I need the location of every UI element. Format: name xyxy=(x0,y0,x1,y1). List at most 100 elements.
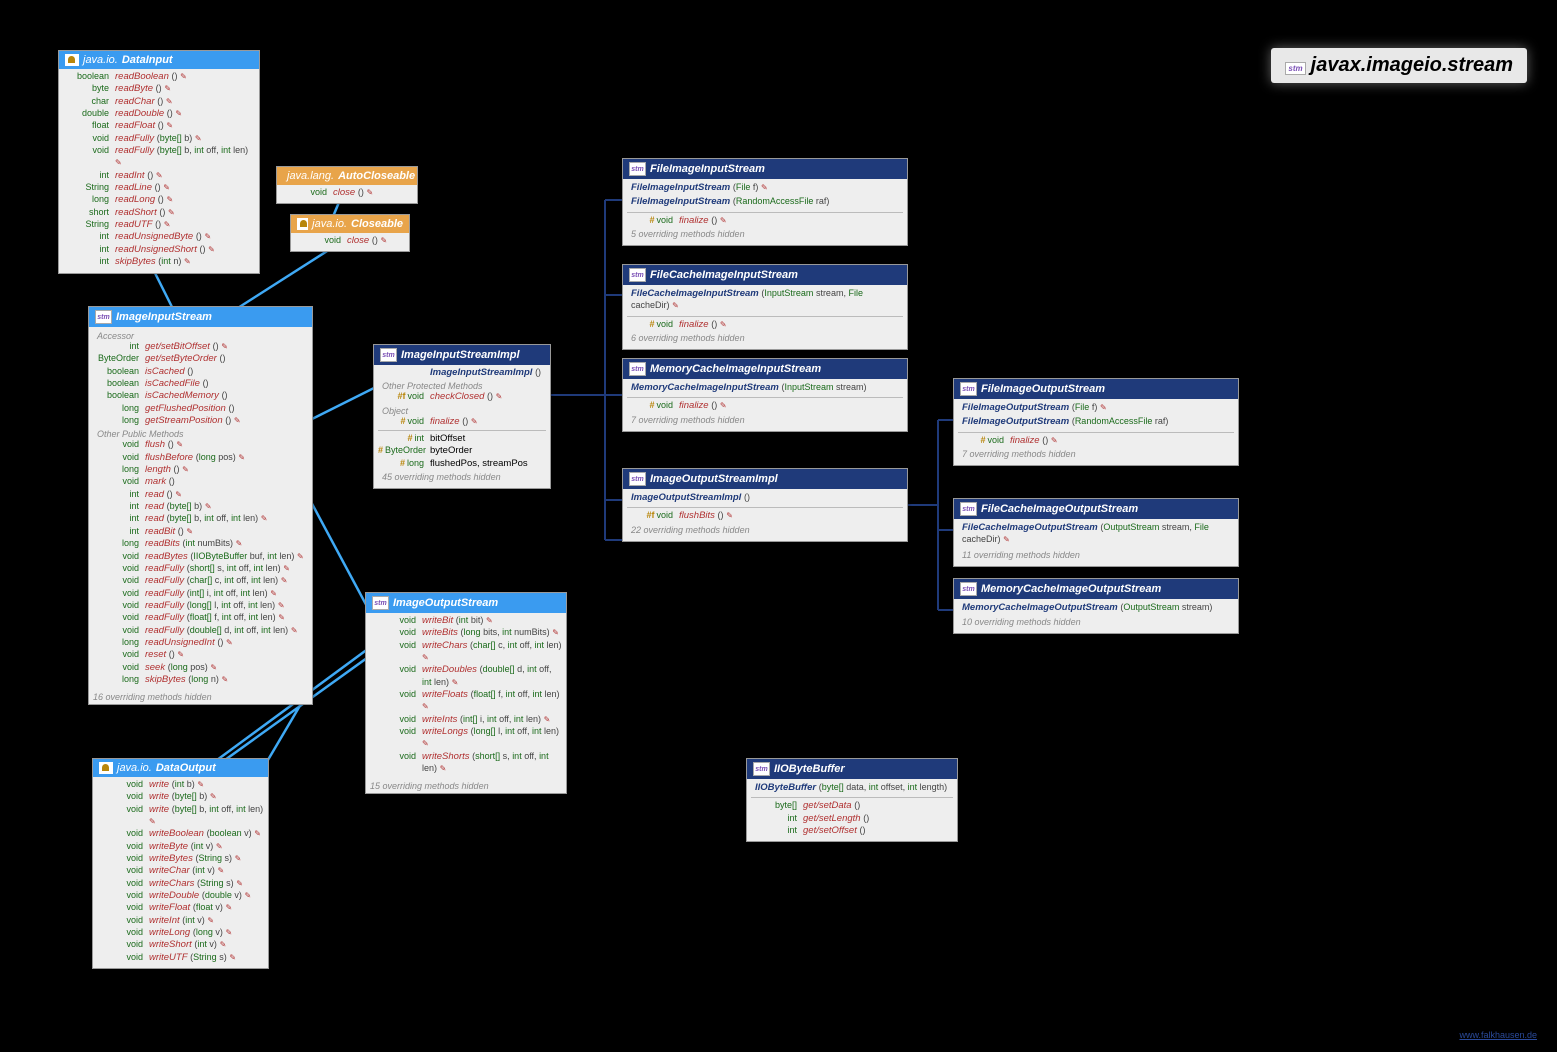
method-row: intread (byte[] b, int off, int len) ✎ xyxy=(93,513,308,525)
class-filecacheimageoutputstream: stmFileCacheImageOutputStream FileCacheI… xyxy=(953,498,1239,567)
method-row: StringreadLine () ✎ xyxy=(63,182,255,194)
method-row: voidclose () ✎ xyxy=(281,187,413,199)
field-row: #intbitOffset xyxy=(378,433,546,445)
class-imageinputstreamimpl: stm ImageInputStreamImpl ImageInputStrea… xyxy=(373,344,551,489)
method-row: voidreadFully (float[] f, int off, int l… xyxy=(93,612,308,624)
method-row: voidreadFully (int[] i, int off, int len… xyxy=(93,588,308,600)
method-row: ByteOrderget/setByteOrder () xyxy=(93,353,308,365)
method-row: voidwriteChars (String s) ✎ xyxy=(97,878,264,890)
header-dataoutput: java.io.DataOutput xyxy=(93,759,268,777)
stm-icon: stm xyxy=(95,310,112,324)
method-row: intreadBit () ✎ xyxy=(93,526,308,538)
method-row: intskipBytes (int n) ✎ xyxy=(63,256,255,268)
method-row: voidwriteChars (char[] c, int off, int l… xyxy=(370,640,562,665)
method-row: intreadUnsignedByte () ✎ xyxy=(63,231,255,243)
method-row: longreadUnsignedInt () ✎ xyxy=(93,637,308,649)
method-row: #voidfinalize () ✎ xyxy=(378,416,546,428)
method-row: voidwriteBoolean (boolean v) ✎ xyxy=(97,828,264,840)
method-row: intread (byte[] b) ✎ xyxy=(93,501,308,513)
footer-link[interactable]: www.falkhausen.de xyxy=(1459,1030,1537,1040)
method-row: voidreadFully (short[] s, int off, int l… xyxy=(93,563,308,575)
method-row: #fvoidcheckClosed () ✎ xyxy=(378,391,546,403)
method-row: booleanreadBoolean () ✎ xyxy=(63,71,255,83)
hidden-note: 16 overriding methods hidden xyxy=(89,690,312,704)
java-io-icon xyxy=(65,54,79,66)
class-fileimageoutputstream: stmFileImageOutputStream FileImageOutput… xyxy=(953,378,1239,466)
method-row: voidreadFully (byte[] b, int off, int le… xyxy=(63,145,255,170)
method-row: voidseek (long pos) ✎ xyxy=(93,662,308,674)
method-row: voidwriteUTF (String s) ✎ xyxy=(97,952,264,964)
header-closeable: java.io.Closeable xyxy=(291,215,409,233)
method-row: booleanisCachedMemory () xyxy=(93,390,308,402)
method-row: voidreadFully (long[] l, int off, int le… xyxy=(93,600,308,612)
class-closeable: java.io.Closeable voidclose () ✎ xyxy=(290,214,410,252)
header-datainput: java.io.DataInput xyxy=(59,51,259,69)
class-dataoutput: java.io.DataOutput voidwrite (int b) ✎ vo… xyxy=(92,758,269,969)
method-row: #voidfinalize () ✎ xyxy=(627,319,903,331)
method-row: voidflushBefore (long pos) ✎ xyxy=(93,452,308,464)
method-row: voidclose () ✎ xyxy=(295,235,405,247)
stm-icon: stm xyxy=(753,762,770,776)
method-row: voidwriteInt (int v) ✎ xyxy=(97,915,264,927)
method-row: voidwriteShorts (short[] s, int off, int… xyxy=(370,751,562,776)
method-row: longskipBytes (long n) ✎ xyxy=(93,674,308,686)
method-row: longgetStreamPosition () ✎ xyxy=(93,415,308,427)
method-row: intget/setLength () xyxy=(751,813,953,825)
hidden-note: 15 overriding methods hidden xyxy=(366,779,566,793)
method-row: voidreadBytes (IIOByteBuffer buf, int le… xyxy=(93,551,308,563)
method-row: byte[]get/setData () xyxy=(751,800,953,812)
header-imageinputstreamimpl: stm ImageInputStreamImpl xyxy=(374,345,550,365)
method-row: #voidfinalize () ✎ xyxy=(627,400,903,412)
method-row: voidwriteLong (long v) ✎ xyxy=(97,927,264,939)
header-imageoutputstream: stm ImageOutputStream xyxy=(366,593,566,613)
class-imageoutputstreamimpl: stmImageOutputStreamImpl ImageOutputStre… xyxy=(622,468,908,542)
method-row: longreadLong () ✎ xyxy=(63,194,255,206)
method-row: voidwriteBytes (String s) ✎ xyxy=(97,853,264,865)
method-row: bytereadByte () ✎ xyxy=(63,83,255,95)
method-row: ImageInputStreamImpl () xyxy=(378,367,546,379)
stm-icon: stm xyxy=(372,596,389,610)
stm-icon: stm xyxy=(629,268,646,282)
method-row: voidwriteByte (int v) ✎ xyxy=(97,841,264,853)
stm-icon: stm xyxy=(960,502,977,516)
method-row: #voidfinalize () ✎ xyxy=(627,215,903,227)
field-row: #longflushedPos, streamPos xyxy=(378,458,546,470)
method-row: voidwriteDoubles (double[] d, int off, i… xyxy=(370,664,562,689)
method-row: intget/setBitOffset () ✎ xyxy=(93,341,308,353)
method-row: voidwriteChar (int v) ✎ xyxy=(97,865,264,877)
method-row: voidwriteFloats (float[] f, int off, int… xyxy=(370,689,562,714)
method-row: charreadChar () ✎ xyxy=(63,96,255,108)
stm-icon: stm xyxy=(960,382,977,396)
method-row: voidflush () ✎ xyxy=(93,439,308,451)
section-title: Other Public Methods xyxy=(93,427,308,439)
method-row: intreadInt () ✎ xyxy=(63,170,255,182)
method-row: intreadUnsignedShort () ✎ xyxy=(63,244,255,256)
field-row: #ByteOrderbyteOrder xyxy=(378,445,546,457)
method-row: voidwriteInts (int[] i, int off, int len… xyxy=(370,714,562,726)
header-autocloseable: java.lang.AutoCloseable xyxy=(277,167,417,185)
class-iiobytebuffer: stmIIOByteBuffer IIOByteBuffer (byte[] d… xyxy=(746,758,958,842)
method-row: intget/setOffset () xyxy=(751,825,953,837)
method-row: booleanisCachedFile () xyxy=(93,378,308,390)
method-row: floatreadFloat () ✎ xyxy=(63,120,255,132)
method-row: voidreadFully (char[] c, int off, int le… xyxy=(93,575,308,587)
method-row: voidwriteLongs (long[] l, int off, int l… xyxy=(370,726,562,751)
java-io-icon xyxy=(297,218,308,230)
java-io-icon xyxy=(99,762,113,774)
method-row: voidwriteShort (int v) ✎ xyxy=(97,939,264,951)
method-row: voidwriteBit (int bit) ✎ xyxy=(370,615,562,627)
class-autocloseable: java.lang.AutoCloseable voidclose () ✎ xyxy=(276,166,418,204)
method-row: voidwriteDouble (double v) ✎ xyxy=(97,890,264,902)
method-row: voidwriteBits (long bits, int numBits) ✎ xyxy=(370,627,562,639)
class-imageoutputstream: stm ImageOutputStream voidwriteBit (int … xyxy=(365,592,567,794)
stm-icon: stm xyxy=(629,362,646,376)
stm-icon: stm xyxy=(629,472,646,486)
method-row: shortreadShort () ✎ xyxy=(63,207,255,219)
method-row: voidmark () xyxy=(93,476,308,488)
method-row: voidwrite (int b) ✎ xyxy=(97,779,264,791)
class-memorycacheimageinputstream: stmMemoryCacheImageInputStream MemoryCac… xyxy=(622,358,908,432)
class-filecacheimageinputstream: stmFileCacheImageInputStream FileCacheIm… xyxy=(622,264,908,350)
method-row: booleanisCached () xyxy=(93,366,308,378)
method-row: #voidfinalize () ✎ xyxy=(958,435,1234,447)
class-datainput: java.io.DataInput booleanreadBoolean () … xyxy=(58,50,260,274)
